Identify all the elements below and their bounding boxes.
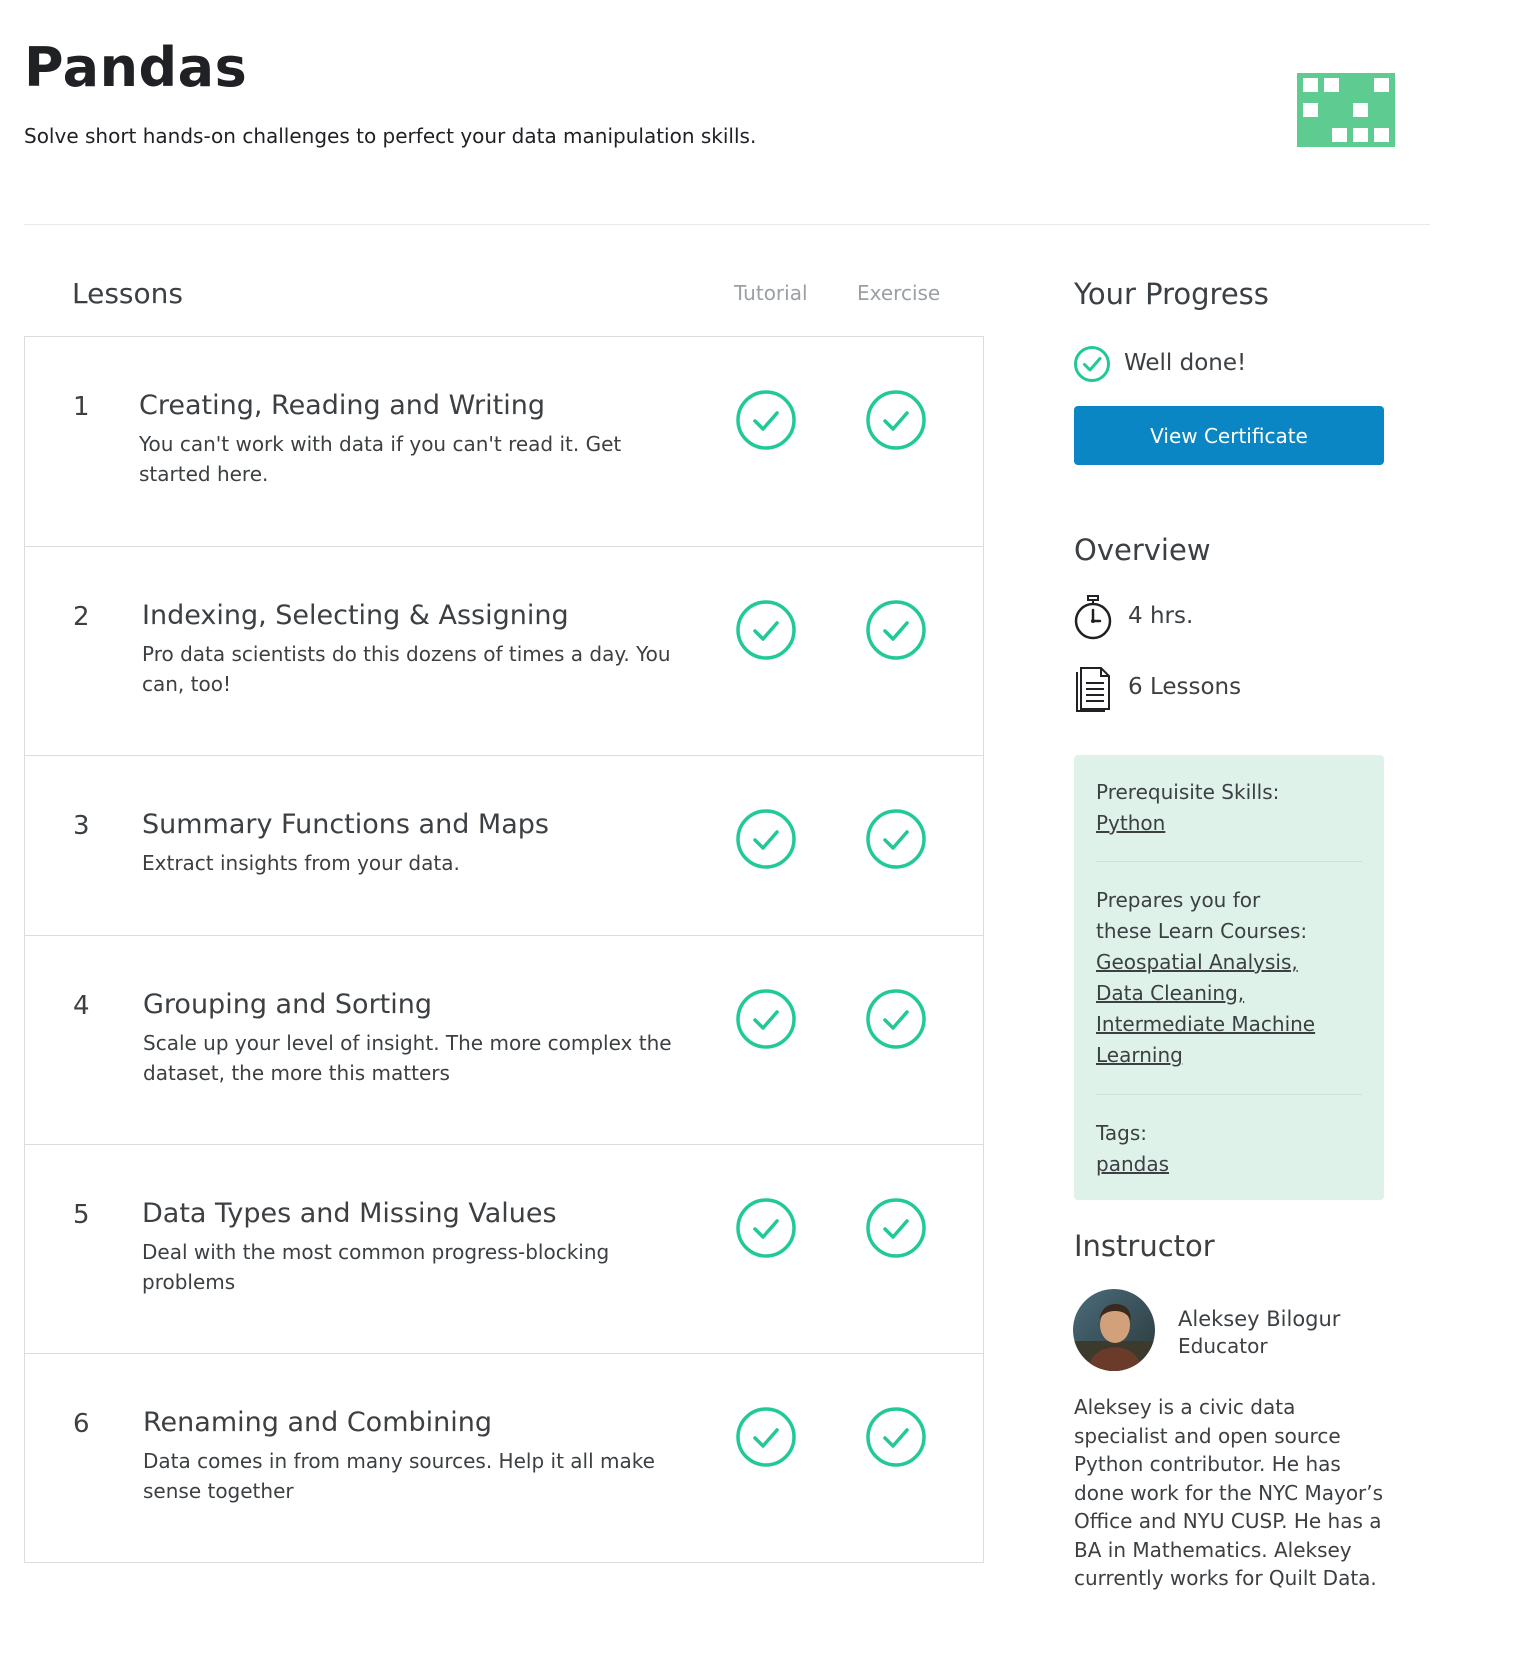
tutorial-check-icon[interactable] [735,599,797,661]
lesson-row[interactable]: 4 Grouping and Sorting Scale up your level… [25,935,983,1144]
progress-heading: Your Progress [1074,277,1269,311]
lesson-number: 5 [73,1200,90,1230]
lessons-table: 1 Creating, Reading and Writing You can't … [24,336,984,1563]
course-link-intermediate-ml[interactable]: Learning [1096,1040,1183,1071]
lesson-number: 1 [73,392,90,422]
exercise-check-icon[interactable] [865,389,927,451]
overview-duration: 4 hrs. [1128,603,1194,629]
info-divider [1096,861,1362,862]
exercise-check-icon[interactable] [865,1197,927,1259]
prepares-label: Prepares you for [1096,888,1261,912]
info-divider [1096,1094,1362,1095]
lesson-number: 6 [73,1409,90,1439]
lesson-row[interactable]: 2 Indexing, Selecting & Assigning Pro data… [25,546,983,755]
page-title: Pandas [24,36,248,99]
tutorial-check-icon[interactable] [735,808,797,870]
prepares-label: these Learn Courses: [1096,919,1308,943]
lesson-number: 4 [73,991,90,1021]
instructor-bio: Aleksey is a civic data specialist and o… [1074,1395,1384,1590]
page-subtitle: Solve short hands-on challenges to perfe… [24,124,757,148]
lesson-description: Extract insights from your data. [142,851,460,875]
lesson-description: Deal with the most common progress-block… [142,1240,610,1294]
prereq-label: Prerequisite Skills: [1096,780,1280,804]
lesson-description: You can't work with data if you can't re… [139,432,622,486]
exercise-check-icon[interactable] [865,808,927,870]
lessons-heading: Lessons [72,277,183,310]
tutorial-check-icon[interactable] [735,1406,797,1468]
lesson-row[interactable]: 3 Summary Functions and Maps Extract insig… [25,755,983,935]
lesson-row[interactable]: 6 Renaming and Combining Data comes in fro… [25,1353,983,1562]
lesson-title[interactable]: Data Types and Missing Values [142,1198,557,1229]
lesson-description: Scale up your level of insight. The more… [143,1031,672,1085]
lesson-description: Pro data scientists do this dozens of ti… [142,642,671,696]
course-link-data-cleaning[interactable]: Data Cleaning, [1096,978,1244,1009]
lesson-title[interactable]: Renaming and Combining [143,1407,492,1438]
lesson-row[interactable]: 1 Creating, Reading and Writing You can't … [25,337,983,546]
pandas-grid-logo-icon [1297,73,1395,147]
lesson-number: 2 [73,602,90,632]
course-link-intermediate-ml[interactable]: Intermediate Machine [1096,1009,1315,1040]
check-circle-icon [1074,346,1110,382]
lesson-title[interactable]: Indexing, Selecting & Assigning [142,600,569,631]
overview-lessons-count: 6 Lessons [1128,674,1242,700]
instructor-avatar[interactable] [1073,1289,1155,1371]
lesson-title[interactable]: Summary Functions and Maps [142,809,549,840]
course-info-box: Prerequisite Skills: Python Prepares you… [1074,755,1384,1200]
tutorial-check-icon[interactable] [735,1197,797,1259]
instructor-heading: Instructor [1074,1229,1215,1263]
lesson-title[interactable]: Grouping and Sorting [143,989,432,1020]
course-link-geospatial[interactable]: Geospatial Analysis, [1096,947,1298,978]
exercise-check-icon[interactable] [865,988,927,1050]
stopwatch-icon [1074,595,1112,640]
lesson-row[interactable]: 5 Data Types and Missing Values Deal with … [25,1144,983,1353]
view-certificate-button[interactable]: View Certificate [1074,406,1384,465]
tutorial-column-header: Tutorial [734,281,808,305]
lesson-title[interactable]: Creating, Reading and Writing [139,390,545,421]
document-icon [1076,667,1110,712]
header-divider [24,224,1430,225]
prereq-link-python[interactable]: Python [1096,808,1165,839]
tutorial-check-icon[interactable] [735,988,797,1050]
exercise-check-icon[interactable] [865,1406,927,1468]
exercise-check-icon[interactable] [865,599,927,661]
instructor-name[interactable]: Aleksey Bilogur [1178,1307,1340,1331]
overview-heading: Overview [1074,533,1211,567]
tutorial-check-icon[interactable] [735,389,797,451]
instructor-role: Educator [1178,1334,1268,1358]
lesson-number: 3 [73,811,90,841]
lesson-description: Data comes in from many sources. Help it… [143,1449,655,1503]
tag-link-pandas[interactable]: pandas [1096,1149,1169,1180]
exercise-column-header: Exercise [857,281,941,305]
tags-label: Tags: [1096,1121,1148,1145]
progress-status: Well done! [1124,350,1247,376]
